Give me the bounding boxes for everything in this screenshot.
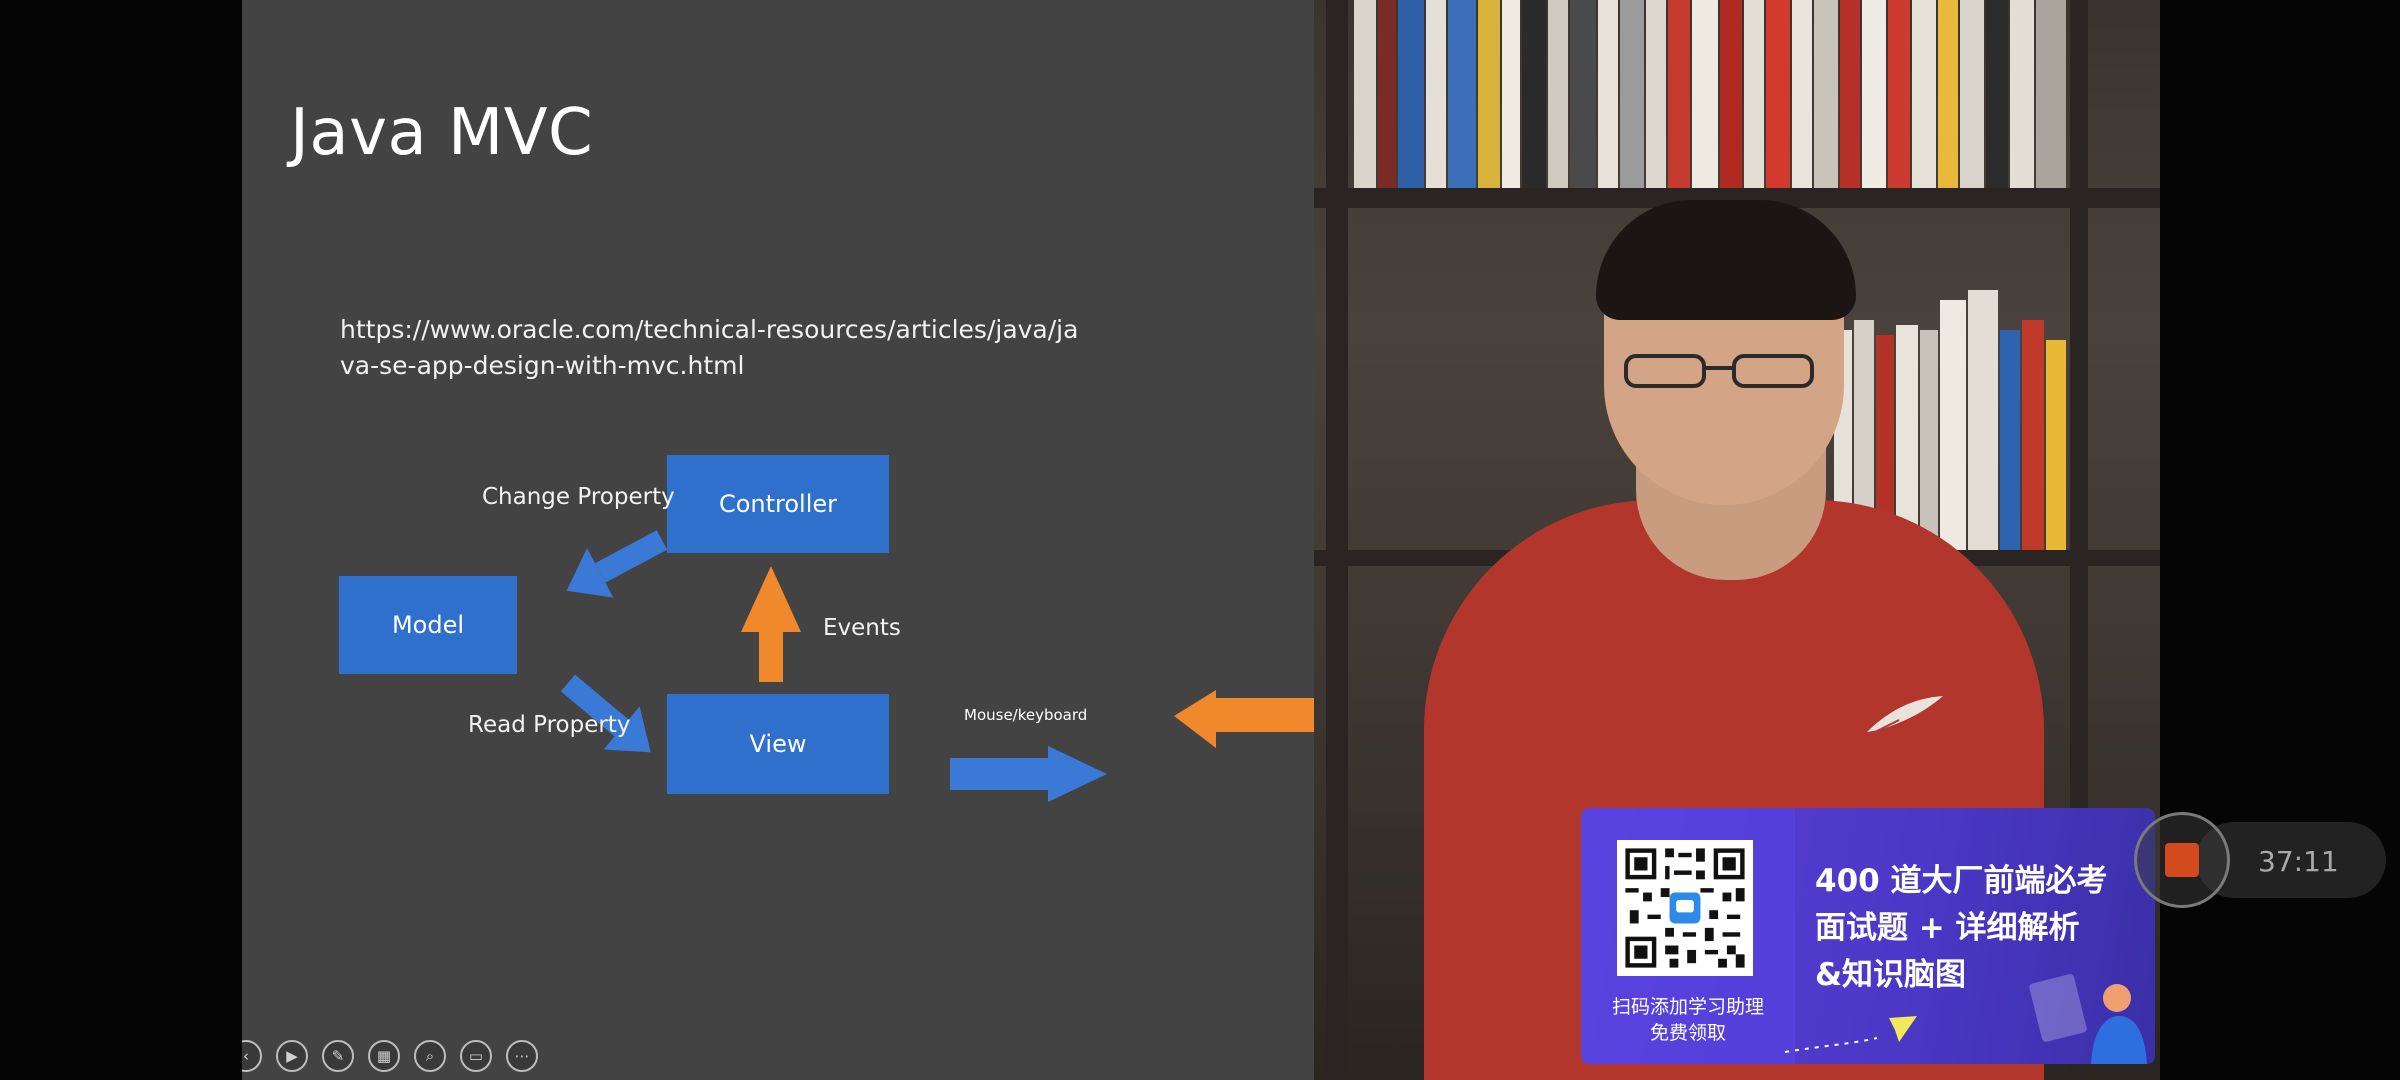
paper-plane-icon xyxy=(1784,1016,1917,1053)
screen-icon[interactable]: ▭ xyxy=(460,1040,492,1072)
prev-icon[interactable]: ‹ xyxy=(242,1040,262,1072)
shelf-post xyxy=(1326,0,1348,1080)
presentation-slide: Java MVC https://www.oracle.com/technica… xyxy=(242,0,1314,1080)
controller-label: Controller xyxy=(718,490,838,518)
qr-caption: 扫码添加学习助理 免费领取 xyxy=(1581,994,1795,1046)
promo-headline-line1: 400 道大厂前端必考 xyxy=(1815,863,2108,899)
arrow-events xyxy=(741,566,801,682)
promo-headline-line2: 面试题 + 详细解析 xyxy=(1815,910,2080,946)
recording-timer: 37:11 xyxy=(2258,845,2339,878)
arrow-change-property xyxy=(566,530,668,598)
qr-code-icon[interactable] xyxy=(1617,840,1753,976)
arrow-output xyxy=(950,746,1107,802)
promo-banner[interactable]: 扫码添加学习助理 免费领取 400 道大厂前端必考 面试题 + 详细解析 &知识… xyxy=(1581,808,2155,1064)
record-button[interactable] xyxy=(2134,812,2230,908)
feather-logo-icon xyxy=(1867,696,1943,735)
zoom-icon[interactable]: ⌕ xyxy=(414,1040,446,1072)
pen-icon[interactable]: ✎ xyxy=(322,1040,354,1072)
glasses-icon xyxy=(1624,354,1814,388)
change-property-label: Change Property xyxy=(482,484,675,510)
qr-caption-line2: 免费领取 xyxy=(1649,1022,1726,1044)
presenter-hair xyxy=(1596,200,1856,320)
qr-caption-line1: 扫码添加学习助理 xyxy=(1611,996,1764,1018)
play-icon[interactable]: ▶ xyxy=(276,1040,308,1072)
slideshow-toolbar: ‹ ▶ ✎ ▦ ⌕ ▭ ⋯ xyxy=(242,1038,538,1074)
model-box: Model xyxy=(339,576,517,674)
right-dark-panel xyxy=(2160,0,2400,1080)
stop-icon xyxy=(2165,843,2199,877)
mouse-keyboard-label: Mouse/keyboard xyxy=(964,706,1088,724)
controller-box: Controller xyxy=(667,455,889,553)
events-label: Events xyxy=(823,615,901,641)
model-label: Model xyxy=(391,611,465,639)
view-label: View xyxy=(749,730,807,758)
arrow-mouse-keyboard xyxy=(1174,690,1314,748)
read-property-label: Read Property xyxy=(468,712,631,738)
more-icon[interactable]: ⋯ xyxy=(506,1040,538,1072)
decor-figure-icon xyxy=(2029,974,2147,1064)
slides-icon[interactable]: ▦ xyxy=(368,1040,400,1072)
view-box: View xyxy=(667,694,889,794)
